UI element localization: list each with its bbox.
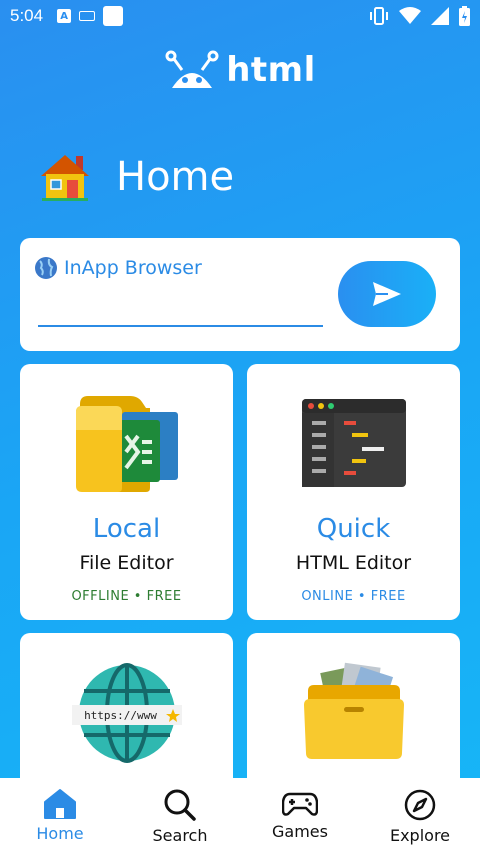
keyboard-icon <box>79 11 96 21</box>
signal-icon <box>431 7 449 25</box>
folder-icon <box>303 662 404 759</box>
url-input[interactable] <box>38 290 323 322</box>
wifi-icon <box>399 7 421 24</box>
notification-a-icon: A <box>57 9 72 23</box>
tile-local-file-editor[interactable]: Local File Editor OFFLINE • FREE <box>20 364 233 620</box>
brand-name: html <box>226 50 316 90</box>
search-icon <box>164 789 196 821</box>
tile-quick-html-editor[interactable]: Quick HTML Editor ONLINE • FREE <box>247 364 460 620</box>
house-icon <box>41 155 89 201</box>
nav-label: Games <box>272 822 328 841</box>
nav-item-games[interactable]: Games <box>240 778 360 853</box>
nav-label: Search <box>152 826 208 845</box>
notification-icons: A <box>57 6 124 26</box>
status-bar: 5:04 A <box>0 0 480 32</box>
tile-title: Quick <box>316 514 391 544</box>
tile-subtitle: HTML Editor <box>295 552 412 574</box>
home-icon <box>44 789 76 819</box>
compass-icon <box>404 789 436 821</box>
bottom-nav: Home Search Games Explore <box>0 778 480 853</box>
browser-label: InApp Browser <box>34 256 202 280</box>
globe-url-text: https://www <box>84 709 157 722</box>
gamepad-icon <box>282 792 318 816</box>
page-header: Home <box>38 152 234 202</box>
folder-excel-icon <box>75 396 178 492</box>
battery-icon <box>459 6 470 26</box>
browser-label-text: InApp Browser <box>64 257 202 279</box>
code-editor-icon <box>301 399 406 487</box>
globe-icon <box>35 257 57 279</box>
send-icon <box>373 282 401 306</box>
robot-logo-icon <box>165 50 219 88</box>
vibrate-icon <box>370 7 388 25</box>
page-title: Home <box>116 154 235 200</box>
send-button[interactable] <box>338 261 436 327</box>
nav-item-explore[interactable]: Explore <box>360 778 480 853</box>
inapp-browser-card: InApp Browser <box>20 238 460 351</box>
nav-label: Home <box>36 824 84 843</box>
notification-square-icon <box>103 6 124 26</box>
tile-tag: ONLINE • FREE <box>301 589 406 604</box>
tile-title: Local <box>92 514 161 544</box>
nav-item-search[interactable]: Search <box>120 778 240 853</box>
status-time: 5:04 <box>10 6 44 25</box>
app-brand: html <box>0 50 480 90</box>
nav-label: Explore <box>389 826 451 845</box>
system-icons <box>369 6 470 26</box>
nav-item-home[interactable]: Home <box>0 778 120 853</box>
url-input-underline <box>38 325 323 327</box>
tile-subtitle: File Editor <box>79 552 174 574</box>
tile-tag: OFFLINE • FREE <box>71 589 182 604</box>
